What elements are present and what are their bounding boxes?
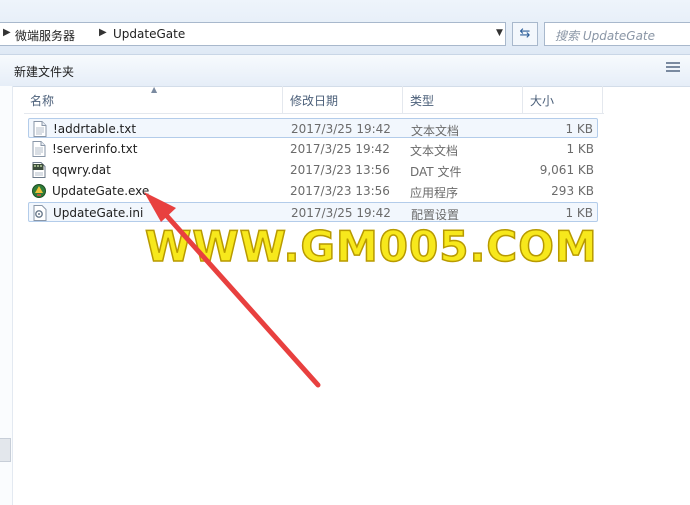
file-name: qqwry.dat (52, 163, 111, 177)
view-options-icon[interactable] (666, 62, 680, 76)
column-header-name[interactable]: 名称 (30, 92, 54, 109)
breadcrumb-item-updategate[interactable]: UpdateGate (113, 27, 185, 41)
refresh-icon: ⇆ (519, 26, 531, 41)
address-row: ▶ 微端服务器 ▶ UpdateGate ▼ ⇆ 搜索 UpdateGate (0, 0, 690, 55)
file-type: 配置设置 (411, 208, 460, 222)
file-name: UpdateGate.exe (52, 184, 150, 198)
file-row[interactable]: !addrtable.txt 2017/3/25 19:42 文本文档 1 KB (28, 118, 598, 138)
column-header-row: ▲ 名称 修改日期 类型 大小 (24, 85, 604, 114)
search-placeholder: 搜索 UpdateGate (555, 29, 656, 43)
column-divider[interactable] (602, 86, 603, 113)
file-modified: 2017/3/25 19:42 (291, 122, 391, 136)
file-modified: 2017/3/23 13:56 (290, 163, 390, 177)
breadcrumb-chevron-icon[interactable]: ▶ (3, 27, 11, 38)
file-name: !serverinfo.txt (52, 142, 138, 156)
address-bar[interactable]: ▶ 微端服务器 ▶ UpdateGate (0, 22, 506, 46)
file-size: 1 KB (566, 142, 594, 156)
file-row[interactable]: !serverinfo.txt 2017/3/25 19:42 文本文档 1 K… (28, 139, 598, 159)
address-dropdown-icon[interactable]: ▼ (496, 28, 503, 38)
file-type: 文本文档 (410, 144, 459, 158)
file-modified: 2017/3/23 13:56 (290, 184, 390, 198)
file-size: 293 KB (551, 184, 594, 198)
file-type: 文本文档 (411, 124, 460, 138)
file-modified: 2017/3/25 19:42 (290, 142, 390, 156)
sort-ascending-icon: ▲ (151, 85, 158, 94)
file-row[interactable]: qqwry.dat 2017/3/23 13:56 DAT 文件 9,061 K… (28, 160, 598, 180)
column-divider[interactable] (522, 86, 523, 113)
file-modified: 2017/3/25 19:42 (291, 206, 391, 220)
navigation-pane-handle[interactable] (0, 438, 11, 462)
file-size: 9,061 KB (539, 163, 594, 177)
file-size: 1 KB (565, 206, 593, 220)
dat-file-icon (32, 162, 46, 178)
column-header-size[interactable]: 大小 (530, 92, 554, 109)
column-divider[interactable] (282, 86, 283, 113)
file-row[interactable]: UpdateGate.exe 2017/3/23 13:56 应用程序 293 … (28, 181, 598, 201)
new-folder-button[interactable]: 新建文件夹 (14, 63, 74, 80)
file-name: UpdateGate.ini (53, 206, 144, 220)
text-file-icon (33, 121, 47, 137)
text-file-icon (32, 141, 46, 157)
column-header-modified[interactable]: 修改日期 (290, 92, 338, 109)
refresh-button[interactable]: ⇆ (512, 22, 538, 46)
column-divider[interactable] (402, 86, 403, 113)
file-type: 应用程序 (410, 186, 459, 200)
file-size: 1 KB (565, 122, 593, 136)
file-row[interactable]: UpdateGate.ini 2017/3/25 19:42 配置设置 1 KB (28, 202, 598, 222)
column-header-type[interactable]: 类型 (410, 92, 434, 109)
exe-app-icon (32, 184, 46, 198)
breadcrumb-item-server[interactable]: 微端服务器 (15, 27, 75, 44)
file-type: DAT 文件 (410, 165, 462, 179)
ini-settings-icon (33, 205, 47, 221)
search-input[interactable]: 搜索 UpdateGate (544, 22, 690, 46)
command-bar: 新建文件夹 (0, 55, 690, 87)
breadcrumb-chevron-icon[interactable]: ▶ (99, 27, 107, 38)
watermark-text: WWW.GM005.COM (144, 221, 598, 272)
file-name: !addrtable.txt (53, 122, 137, 136)
